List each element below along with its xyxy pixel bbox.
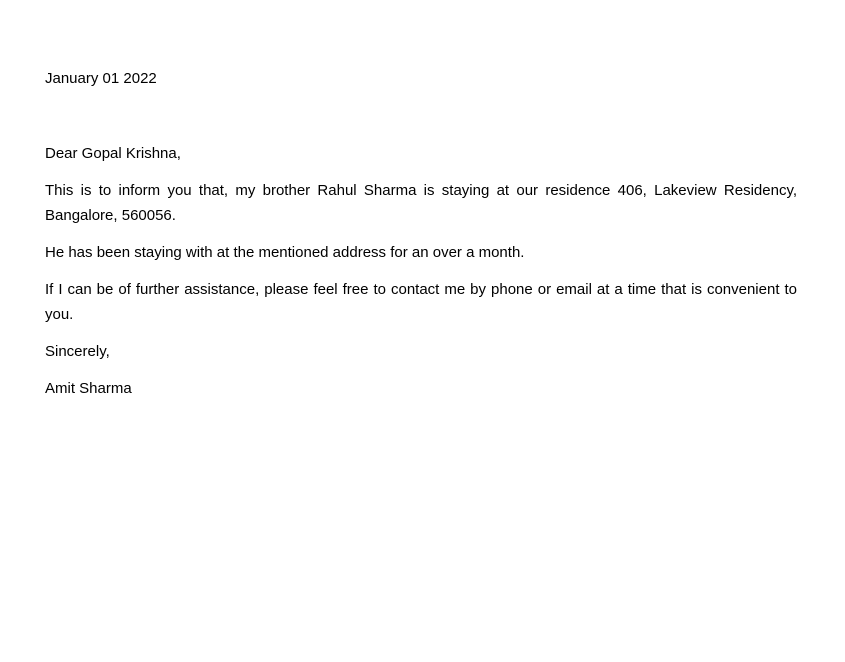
letter-body: January 01 2022 Dear Gopal Krishna, This…	[45, 66, 797, 401]
letter-salutation: Dear Gopal Krishna,	[45, 145, 181, 162]
letter-date: January 01 2022	[45, 70, 157, 87]
letter-closing: Sincerely,	[45, 343, 110, 360]
letter-paragraph-1: This is to inform you that, my brother R…	[45, 182, 797, 224]
letter-paragraph-2: He has been staying with at the mentione…	[45, 244, 525, 261]
letter-signature: Amit Sharma	[45, 380, 132, 397]
document-page: January 01 2022 Dear Gopal Krishna, This…	[0, 0, 845, 662]
letter-paragraph-3: If I can be of further assistance, pleas…	[45, 281, 797, 323]
